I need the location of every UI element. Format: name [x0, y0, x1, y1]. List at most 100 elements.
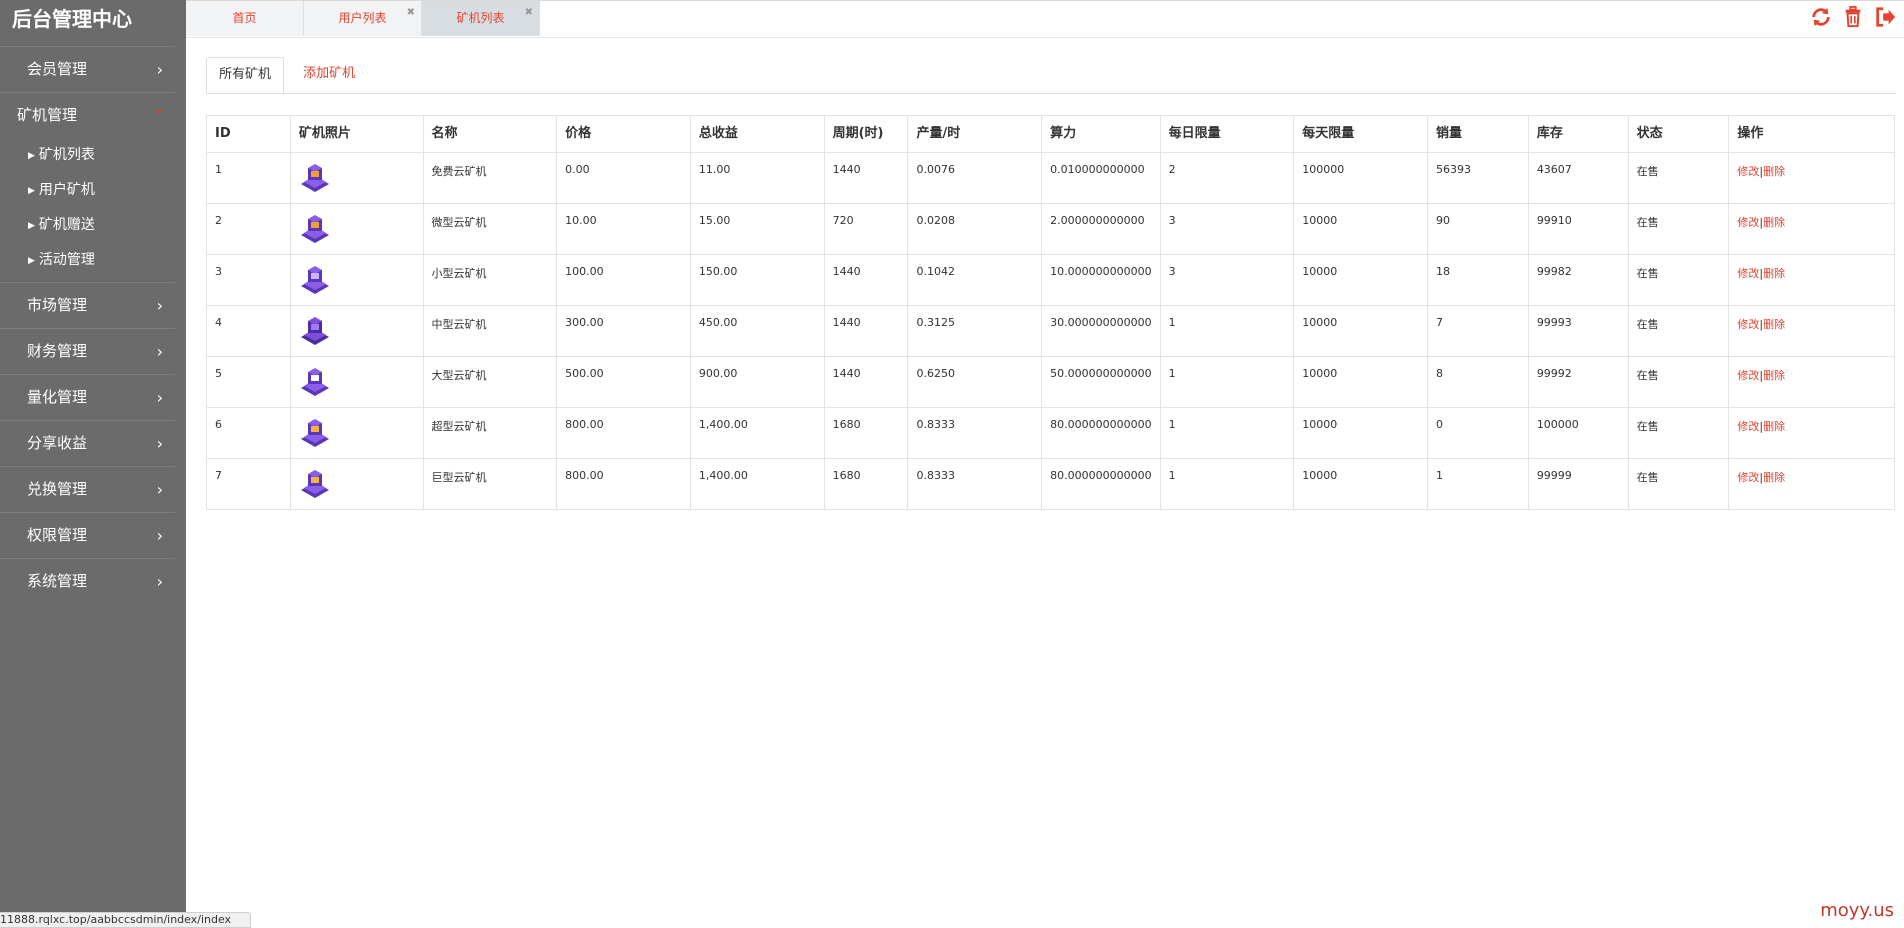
caret-right-icon: ▶	[28, 256, 35, 266]
table-cell: 2	[206, 203, 291, 255]
miner-icon-1	[300, 164, 329, 192]
chevron-right-icon: ›	[156, 388, 163, 407]
table-cell: 99999	[1527, 458, 1629, 510]
subtab-all-miners[interactable]: 所有矿机	[206, 57, 285, 93]
delete-link[interactable]: 删除	[1763, 318, 1785, 331]
sidebar-item-exchange[interactable]: 兑换管理 ›	[0, 466, 175, 512]
column-header: 每天限量	[1293, 115, 1428, 153]
table-cell: 56393	[1427, 152, 1529, 204]
table-row: 3 小型云矿机 100.00 150.00 1440 0.1042 10.000000000…	[206, 254, 1895, 306]
table-cell: 4	[206, 305, 291, 357]
table-cell: 7	[206, 458, 291, 510]
edit-link[interactable]: 修改	[1737, 471, 1759, 484]
table-cell: 0.6250	[907, 356, 1043, 408]
column-header: 名称	[422, 115, 558, 153]
table-row: 1 免费云矿机 0.00 11.00 1440 0.0076 0.010000000000 2…	[206, 152, 1895, 204]
table-cell: 7	[1427, 305, 1529, 357]
delete-link[interactable]: 删除	[1763, 267, 1785, 280]
column-header: 价格	[556, 115, 691, 153]
delete-link[interactable]: 删除	[1763, 420, 1785, 433]
close-icon[interactable]: ✖	[525, 0, 533, 30]
table-cell: 300.00	[556, 305, 691, 357]
table-cell: 100000	[1293, 152, 1428, 204]
sidebar-item-finance[interactable]: 财务管理 ›	[0, 328, 175, 374]
table-cell: 15.00	[689, 203, 825, 255]
tab-user-list[interactable]: 用户列表 ✖	[304, 1, 422, 36]
sidebar-subitem-activities[interactable]: ▶ 活动管理	[0, 243, 186, 278]
actions-cell: 修改|删除	[1728, 254, 1895, 306]
sidebar-item-label: 权限管理	[27, 526, 88, 544]
delete-link[interactable]: 删除	[1763, 369, 1785, 382]
sidebar-subitem-miner-gift[interactable]: ▶ 矿机赠送	[0, 208, 186, 243]
tab-home[interactable]: 首页	[186, 1, 304, 36]
table-row: 2 微型云矿机 10.00 15.00 720 0.0208 2.000000000000 3…	[206, 203, 1895, 255]
table-cell: 450.00	[689, 305, 825, 357]
delete-link[interactable]: 删除	[1763, 471, 1785, 484]
table-cell: 1440	[823, 305, 909, 357]
sidebar-item-market[interactable]: 市场管理 ›	[0, 282, 175, 328]
sidebar-item-members[interactable]: 会员管理 ›	[0, 46, 175, 92]
edit-link[interactable]: 修改	[1737, 420, 1759, 433]
edit-link[interactable]: 修改	[1737, 318, 1759, 331]
miner-table: ID 矿机照片 名称 价格 总收益 周期(时) 产量/时 算力 每日限量 每天限…	[206, 115, 1895, 510]
refresh-icon[interactable]	[1810, 5, 1832, 29]
edit-link[interactable]: 修改	[1737, 216, 1759, 229]
table-cell: 1	[1159, 305, 1295, 357]
tab-miner-list[interactable]: 矿机列表 ✖	[422, 1, 540, 36]
miner-photo-cell	[289, 356, 424, 408]
table-cell: 1	[1427, 458, 1529, 510]
chevron-right-icon: ›	[156, 526, 163, 545]
table-cell: 0.00	[556, 152, 691, 204]
table-cell: 8	[1427, 356, 1529, 408]
column-header: ID	[206, 115, 291, 153]
table-cell: 3	[1159, 203, 1295, 255]
logout-icon[interactable]	[1874, 5, 1896, 29]
sidebar-subitem-user-miners[interactable]: ▶ 用户矿机	[0, 173, 186, 208]
table-cell: 150.00	[689, 254, 825, 306]
table-cell: 100000	[1527, 407, 1629, 459]
column-header: 库存	[1527, 115, 1629, 153]
miner-icon-5	[300, 368, 329, 396]
sidebar-item-miners[interactable]: 矿机管理 ›	[0, 92, 175, 138]
trash-icon[interactable]	[1842, 5, 1864, 29]
edit-link[interactable]: 修改	[1737, 165, 1759, 178]
actions-cell: 修改|删除	[1728, 407, 1895, 459]
table-cell: 1	[1159, 407, 1295, 459]
sidebar-item-share[interactable]: 分享收益 ›	[0, 420, 175, 466]
table-cell: 1	[1159, 356, 1295, 408]
delete-link[interactable]: 删除	[1763, 216, 1785, 229]
subtab-add-miner[interactable]: 添加矿机	[291, 57, 367, 93]
top-tab-bar: 首页 用户列表 ✖ 矿机列表 ✖	[186, 0, 1904, 38]
watermark: moyy.us	[1820, 900, 1894, 921]
table-cell: 6	[206, 407, 291, 459]
actions-cell: 修改|删除	[1728, 152, 1895, 204]
table-cell: 在售	[1627, 458, 1730, 510]
chevron-right-icon: ›	[156, 572, 163, 591]
table-cell: 10000	[1293, 203, 1428, 255]
column-header: 矿机照片	[289, 115, 424, 153]
sidebar-item-system[interactable]: 系统管理 ›	[0, 558, 175, 604]
table-cell: 免费云矿机	[422, 152, 558, 204]
sidebar-subitem-miner-list[interactable]: ▶ 矿机列表	[0, 138, 186, 173]
close-icon[interactable]: ✖	[407, 0, 415, 30]
table-cell: 1,400.00	[689, 458, 825, 510]
sidebar-item-label: 市场管理	[27, 296, 88, 314]
table-cell: 2.000000000000	[1041, 203, 1161, 255]
table-row: 5 大型云矿机 500.00 900.00 1440 0.6250 50.000000000…	[206, 356, 1895, 408]
table-cell: 0.0076	[907, 152, 1043, 204]
table-cell: 巨型云矿机	[422, 458, 558, 510]
edit-link[interactable]: 修改	[1737, 267, 1759, 280]
edit-link[interactable]: 修改	[1737, 369, 1759, 382]
delete-link[interactable]: 删除	[1763, 165, 1785, 178]
table-cell: 0.3125	[907, 305, 1043, 357]
sidebar-item-label: 兑换管理	[27, 480, 88, 498]
sidebar-item-quant[interactable]: 量化管理 ›	[0, 374, 175, 420]
miner-icon-2	[300, 215, 329, 243]
sidebar-subitem-label: 用户矿机	[38, 182, 95, 198]
sidebar-item-permissions[interactable]: 权限管理 ›	[0, 512, 175, 558]
chevron-right-icon: ›	[156, 434, 163, 453]
caret-right-icon: ▶	[28, 221, 35, 231]
miner-icon-4	[300, 317, 329, 345]
chevron-right-icon: ›	[156, 342, 163, 361]
table-cell: 超型云矿机	[422, 407, 558, 459]
